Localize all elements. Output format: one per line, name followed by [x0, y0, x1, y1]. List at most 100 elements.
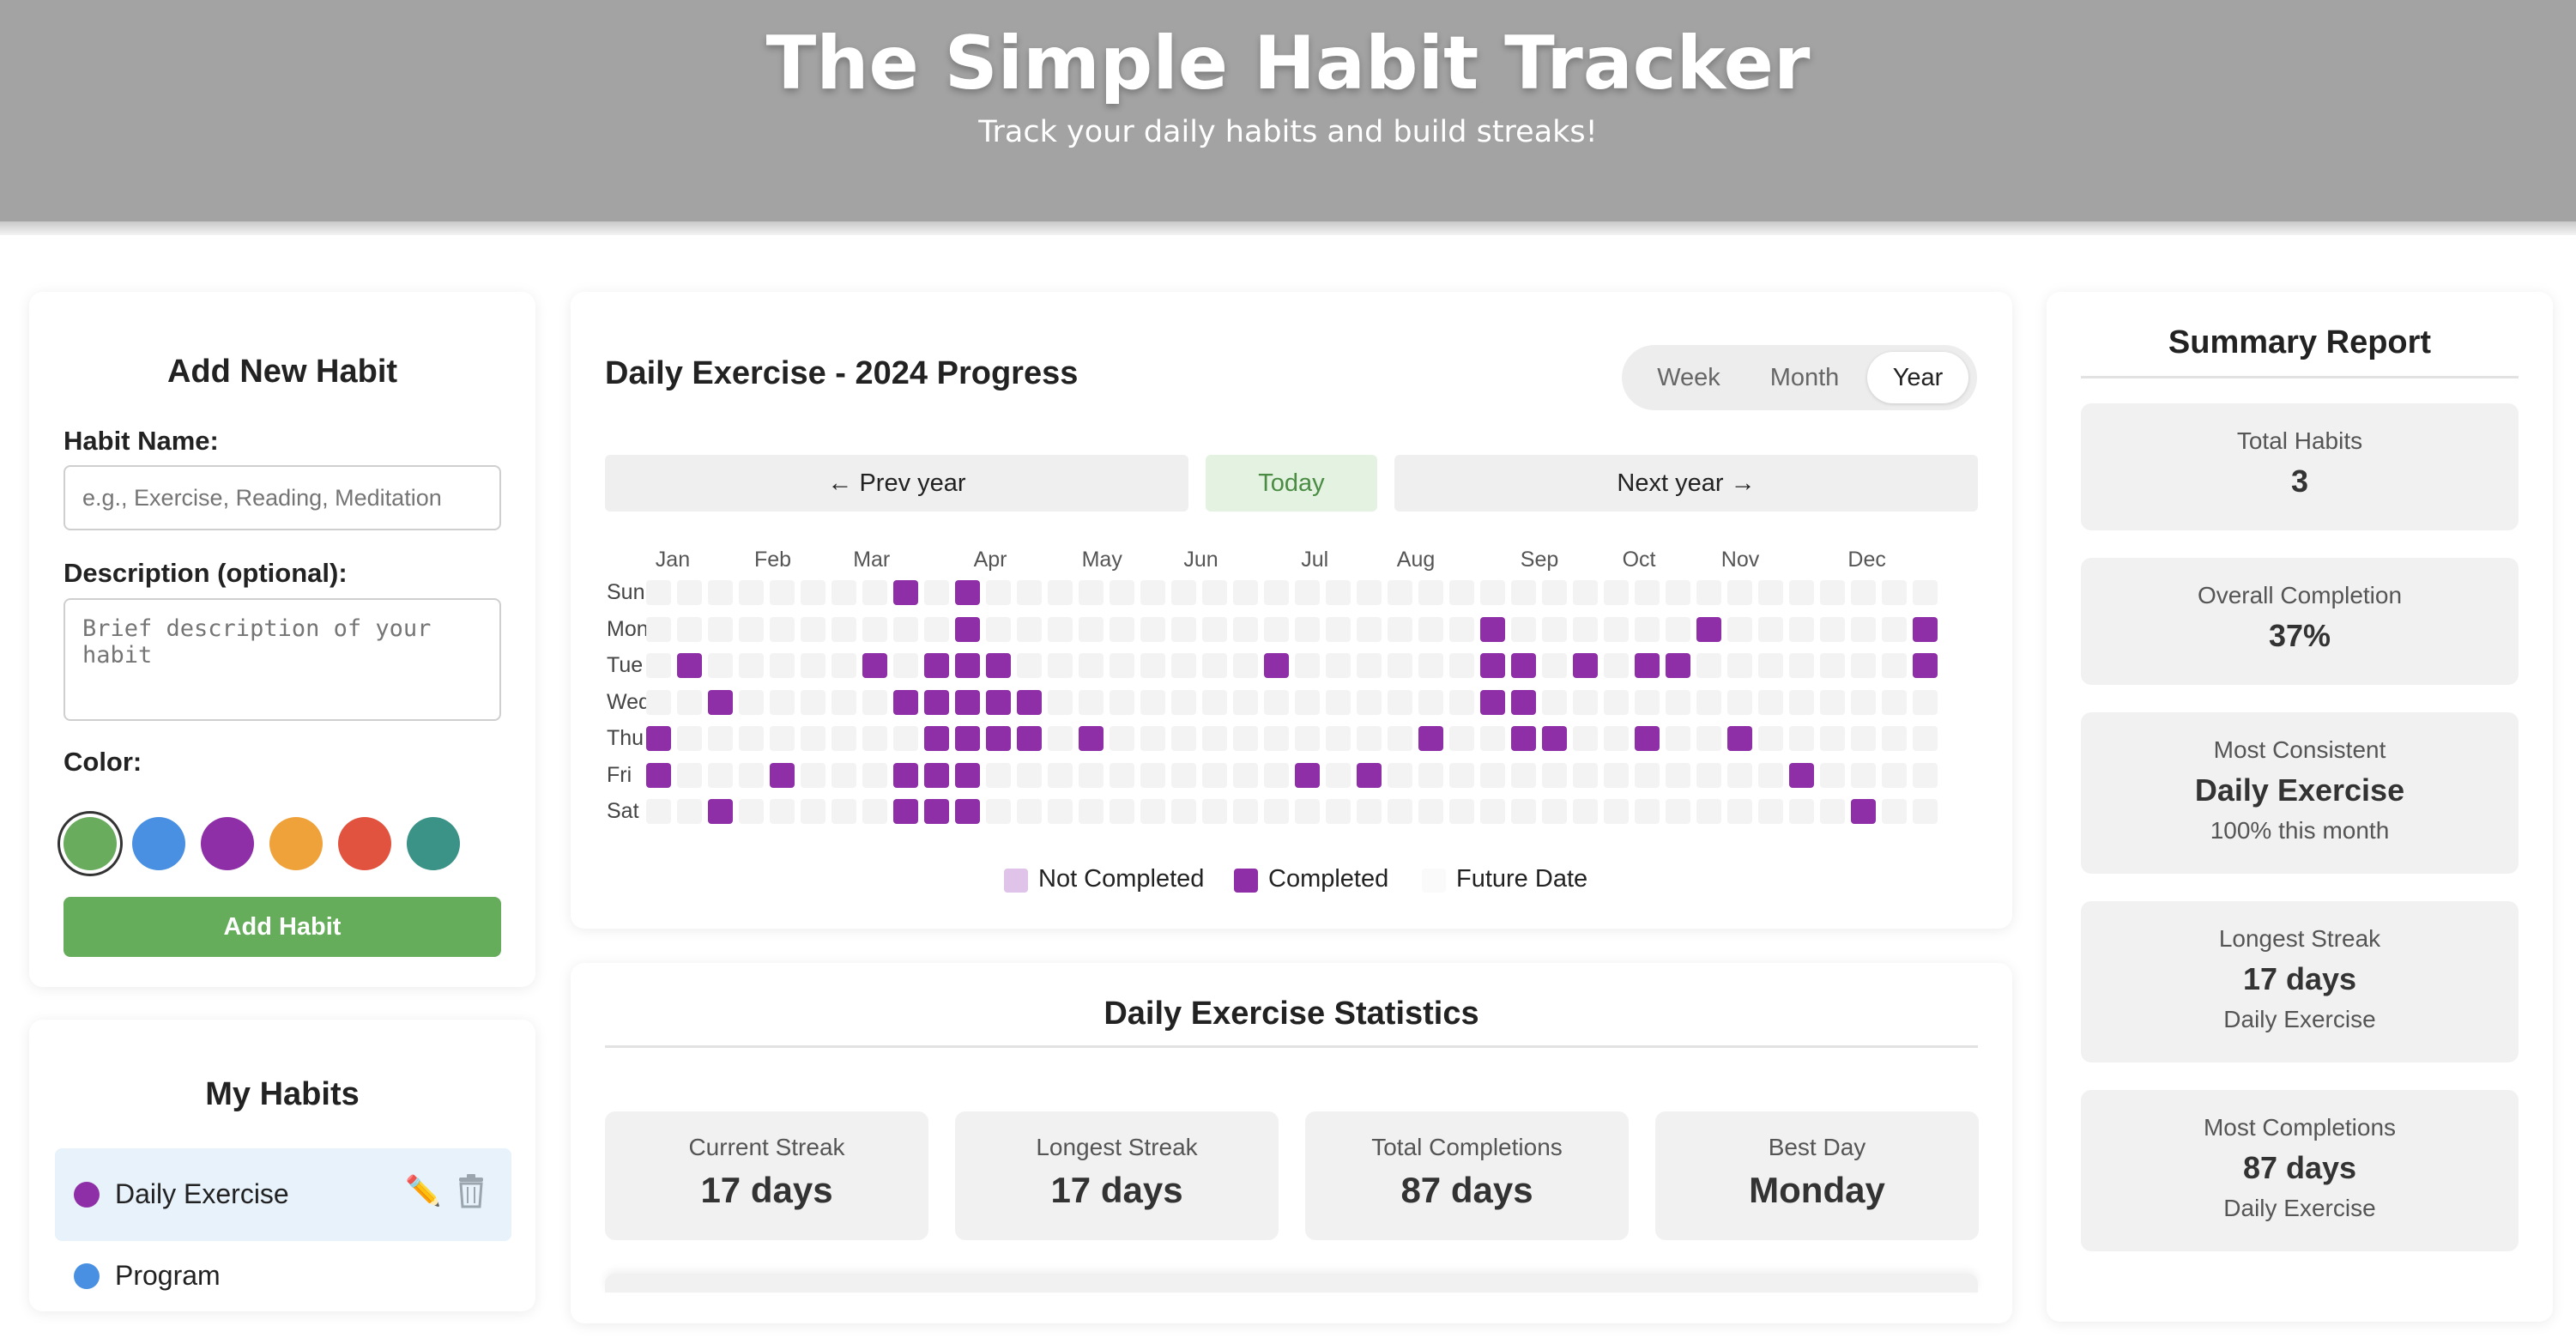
day-cell[interactable] [1418, 799, 1443, 824]
day-cell-completed[interactable] [1635, 726, 1660, 751]
day-cell-completed[interactable] [1511, 653, 1536, 678]
description-textarea[interactable] [63, 598, 501, 721]
day-cell[interactable] [1758, 653, 1783, 678]
day-cell[interactable] [708, 762, 733, 788]
day-cell-completed[interactable] [955, 762, 980, 788]
day-cell[interactable] [1696, 726, 1721, 751]
day-cell[interactable] [1635, 580, 1660, 605]
day-cell-completed[interactable] [955, 653, 980, 678]
day-cell[interactable] [1202, 580, 1227, 605]
day-cell[interactable] [1357, 689, 1382, 715]
day-cell[interactable] [1295, 580, 1320, 605]
day-cell[interactable] [1666, 580, 1690, 605]
day-cell[interactable] [1171, 580, 1196, 605]
day-cell-completed[interactable] [1851, 799, 1876, 824]
day-cell[interactable] [646, 689, 671, 715]
day-cell[interactable] [1202, 762, 1227, 788]
day-cell-completed[interactable] [924, 762, 949, 788]
day-cell-completed[interactable] [1913, 616, 1938, 642]
day-cell[interactable] [1388, 616, 1412, 642]
day-cell[interactable] [1696, 799, 1721, 824]
day-cell[interactable] [1449, 799, 1474, 824]
day-cell-completed[interactable] [1357, 762, 1382, 788]
day-cell[interactable] [1295, 726, 1320, 751]
day-cell[interactable] [1635, 616, 1660, 642]
day-cell[interactable] [1388, 580, 1412, 605]
day-cell-completed[interactable] [1079, 726, 1104, 751]
day-cell[interactable] [1017, 616, 1042, 642]
day-cell[interactable] [1758, 762, 1783, 788]
day-cell[interactable] [1882, 726, 1907, 751]
day-cell[interactable] [1449, 580, 1474, 605]
day-cell[interactable] [986, 616, 1011, 642]
day-cell[interactable] [1295, 653, 1320, 678]
day-cell[interactable] [1882, 689, 1907, 715]
day-cell[interactable] [646, 653, 671, 678]
day-cell[interactable] [1851, 580, 1876, 605]
day-cell[interactable] [1542, 689, 1567, 715]
day-cell-completed[interactable] [1696, 616, 1721, 642]
day-cell[interactable] [1789, 726, 1814, 751]
day-cell[interactable] [1666, 762, 1690, 788]
day-cell[interactable] [1542, 653, 1567, 678]
view-month-button[interactable]: Month [1749, 352, 1860, 403]
day-cell[interactable] [986, 762, 1011, 788]
day-cell-completed[interactable] [1480, 653, 1505, 678]
day-cell[interactable] [831, 799, 856, 824]
day-cell[interactable] [924, 616, 949, 642]
day-cell[interactable] [1233, 653, 1258, 678]
day-cell[interactable] [1171, 653, 1196, 678]
day-cell[interactable] [831, 726, 856, 751]
day-cell[interactable] [1202, 689, 1227, 715]
prev-year-button[interactable]: ← Prev year [605, 455, 1188, 512]
day-cell-completed[interactable] [1480, 616, 1505, 642]
day-cell[interactable] [1110, 616, 1134, 642]
day-cell[interactable] [1202, 799, 1227, 824]
day-cell[interactable] [1048, 616, 1073, 642]
day-cell[interactable] [1913, 726, 1938, 751]
day-cell[interactable] [862, 799, 887, 824]
day-cell[interactable] [1789, 689, 1814, 715]
day-cell[interactable] [1357, 726, 1382, 751]
day-cell[interactable] [1326, 726, 1351, 751]
view-year-button[interactable]: Year [1867, 352, 1968, 403]
day-cell[interactable] [801, 653, 825, 678]
day-cell[interactable] [1882, 653, 1907, 678]
day-cell[interactable] [1542, 580, 1567, 605]
day-cell[interactable] [1573, 616, 1598, 642]
day-cell-completed[interactable] [646, 726, 671, 751]
day-cell[interactable] [1727, 616, 1752, 642]
day-cell[interactable] [986, 799, 1011, 824]
day-cell[interactable] [739, 762, 764, 788]
day-cell-completed[interactable] [893, 580, 918, 605]
day-cell[interactable] [1604, 616, 1629, 642]
day-cell[interactable] [1604, 689, 1629, 715]
day-cell[interactable] [1048, 726, 1073, 751]
day-cell-completed[interactable] [1511, 689, 1536, 715]
today-button[interactable]: Today [1206, 455, 1377, 512]
day-cell[interactable] [1696, 653, 1721, 678]
day-cell[interactable] [1573, 726, 1598, 751]
day-cell[interactable] [1727, 762, 1752, 788]
day-cell[interactable] [1573, 762, 1598, 788]
day-cell-completed[interactable] [1480, 689, 1505, 715]
day-cell[interactable] [1110, 726, 1134, 751]
day-cell[interactable] [1017, 762, 1042, 788]
color-swatch-blue[interactable] [132, 817, 185, 870]
day-cell-completed[interactable] [1635, 653, 1660, 678]
day-cell[interactable] [646, 799, 671, 824]
day-cell[interactable] [1573, 580, 1598, 605]
day-cell[interactable] [1851, 616, 1876, 642]
day-cell[interactable] [831, 762, 856, 788]
day-cell-completed[interactable] [862, 653, 887, 678]
day-cell[interactable] [1171, 762, 1196, 788]
day-cell[interactable] [677, 762, 702, 788]
day-cell[interactable] [677, 580, 702, 605]
day-cell[interactable] [770, 616, 795, 642]
day-cell[interactable] [1017, 580, 1042, 605]
day-cell[interactable] [1357, 799, 1382, 824]
day-cell[interactable] [1140, 799, 1165, 824]
day-cell[interactable] [1635, 689, 1660, 715]
color-swatch-green[interactable] [63, 817, 117, 870]
day-cell-completed[interactable] [986, 689, 1011, 715]
